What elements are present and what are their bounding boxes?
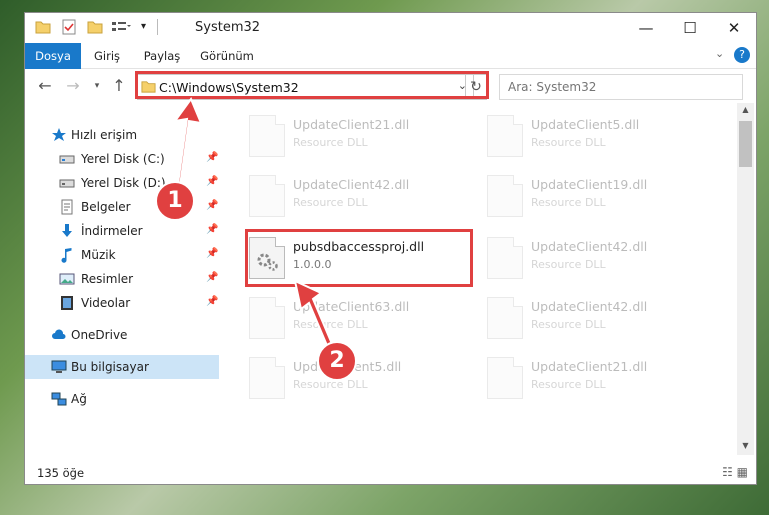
step-2-badge: 2 [317, 341, 357, 381]
step-1-badge: 1 [155, 181, 195, 221]
explorer-window: ▾ System32 — ☐ ✕ Dosya Giriş Paylaş Görü… [24, 12, 757, 485]
annotation-arrows [172, 96, 337, 357]
